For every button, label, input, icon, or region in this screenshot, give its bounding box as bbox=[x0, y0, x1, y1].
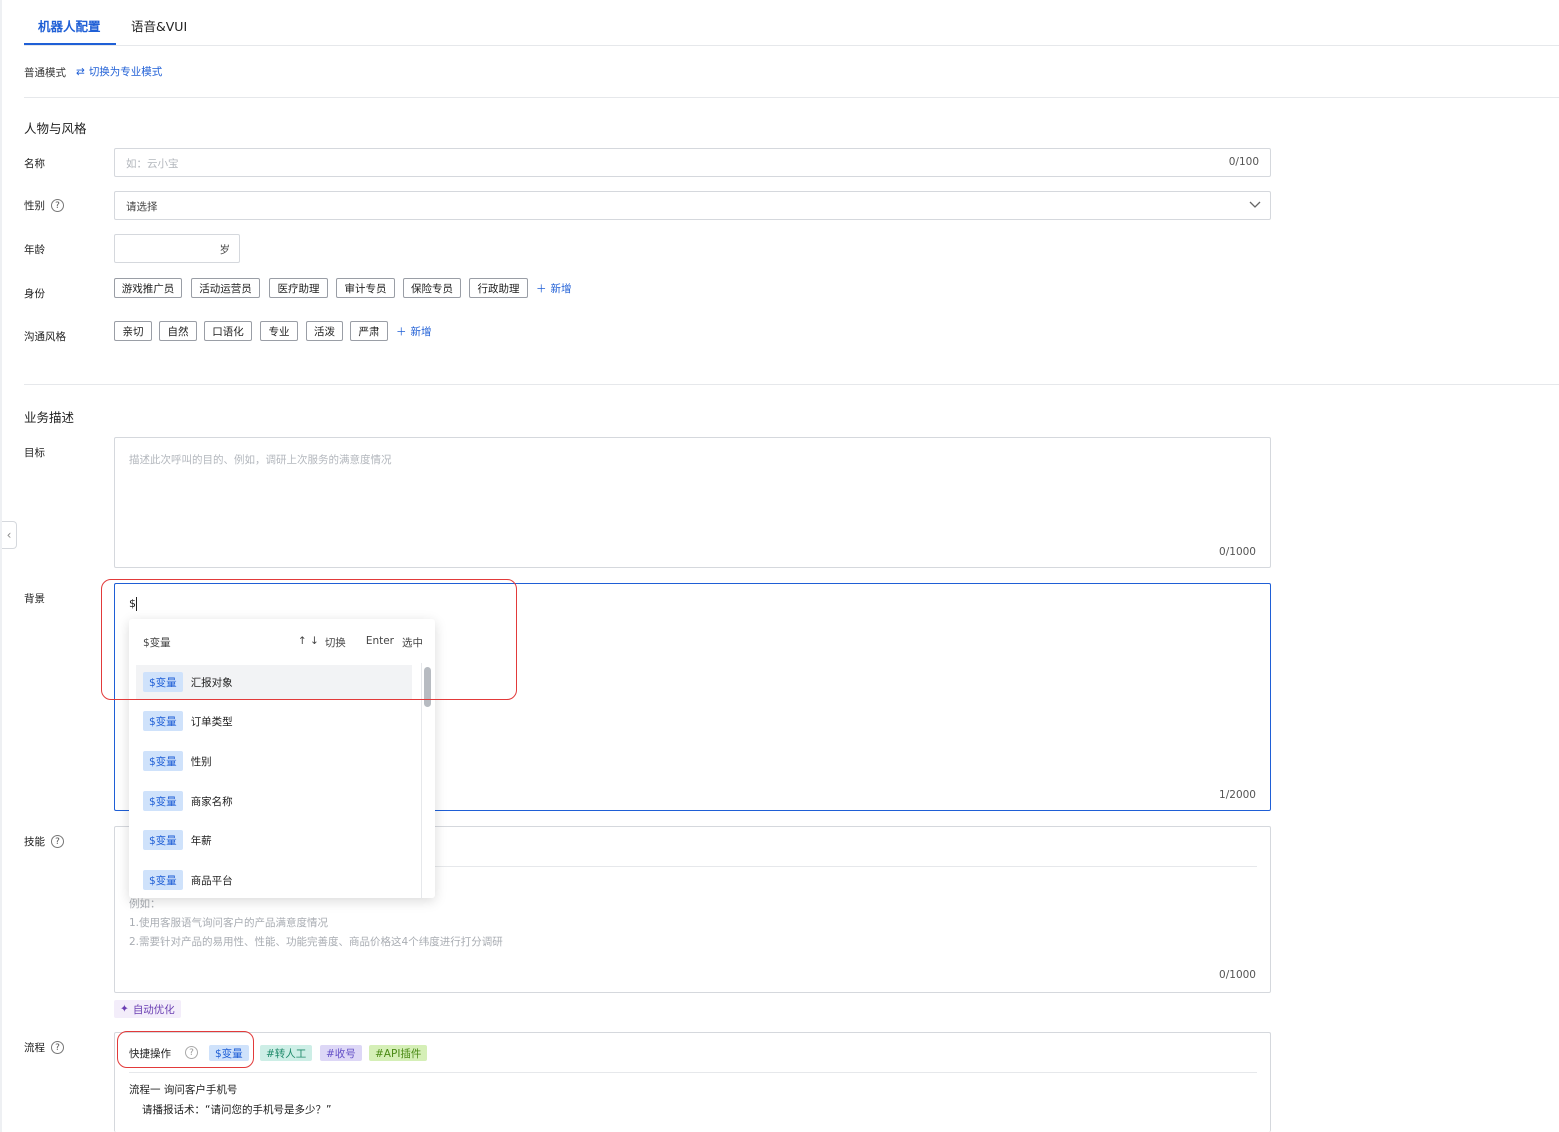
auto-optimize-button[interactable]: ✦ 自动优化 bbox=[114, 1000, 181, 1018]
section-title-persona: 人物与风格 bbox=[24, 121, 87, 136]
sparkle-icon: ✦ bbox=[120, 1003, 129, 1015]
var-badge: $变量 bbox=[143, 830, 183, 850]
identity-tag[interactable]: 游戏推广员 bbox=[114, 278, 182, 298]
var-badge: $变量 bbox=[143, 791, 183, 811]
style-tag[interactable]: 严肃 bbox=[350, 321, 388, 341]
page-left-border bbox=[0, 0, 2, 1132]
dropdown-item[interactable]: $变量 汇报对象 bbox=[136, 665, 412, 699]
switch-hint: 切换 bbox=[324, 637, 346, 649]
age-unit: 岁 bbox=[219, 244, 231, 256]
enter-hint: Enter bbox=[365, 635, 394, 647]
quick-collect-tag[interactable]: #收号 bbox=[320, 1045, 362, 1061]
goal-counter: 0/1000 bbox=[1219, 546, 1256, 558]
var-badge: $变量 bbox=[143, 711, 183, 731]
help-icon[interactable]: ? bbox=[51, 199, 64, 212]
identity-tag[interactable]: 行政助理 bbox=[469, 278, 528, 298]
identity-tags: 游戏推广员 活动运营员 医疗助理 审计专员 保险专员 行政助理 ＋新增 bbox=[114, 278, 714, 300]
chevron-down-icon bbox=[1248, 197, 1262, 214]
age-input[interactable]: 岁 bbox=[114, 234, 240, 263]
section-title-business: 业务描述 bbox=[24, 410, 75, 425]
goal-placeholder: 描述此次呼叫的目的、例如，调研上次服务的满意度情况 bbox=[129, 454, 392, 466]
flow-line-1: 流程一 询问客户手机号 bbox=[129, 1084, 238, 1096]
help-icon[interactable]: ? bbox=[51, 835, 64, 848]
text-cursor bbox=[136, 597, 137, 611]
dropdown-scroll-track bbox=[421, 663, 422, 898]
dropdown-header: $变量 ↑ ↓ 切换 Enter 选中 bbox=[143, 635, 423, 650]
quick-api-tag[interactable]: #API插件 bbox=[369, 1045, 428, 1061]
background-value: $ bbox=[129, 597, 136, 610]
skills-counter: 0/1000 bbox=[1219, 969, 1256, 981]
divider bbox=[24, 97, 1559, 98]
identity-label: 身份 bbox=[24, 288, 45, 300]
select-hint: 选中 bbox=[402, 637, 423, 649]
age-label: 年龄 bbox=[24, 244, 45, 256]
style-label: 沟通风格 bbox=[24, 331, 66, 343]
tabs-divider bbox=[24, 45, 1559, 46]
background-counter: 1/2000 bbox=[1219, 789, 1256, 801]
name-label: 名称 bbox=[24, 158, 45, 170]
goal-label: 目标 bbox=[24, 447, 45, 459]
mode-label: 普通模式 bbox=[24, 67, 66, 79]
var-badge: $变量 bbox=[143, 672, 183, 692]
tab-robot-config[interactable]: 机器人配置 bbox=[38, 16, 101, 46]
background-label: 背景 bbox=[24, 593, 45, 605]
var-badge: $变量 bbox=[143, 751, 183, 771]
identity-tag[interactable]: 活动运营员 bbox=[191, 278, 260, 298]
skills-label: 技能 ? bbox=[24, 834, 64, 849]
tab-voice-vui[interactable]: 语音&VUI bbox=[131, 16, 187, 46]
name-input[interactable]: 如：云小宝 0/100 bbox=[114, 148, 1271, 177]
identity-tag[interactable]: 医疗助理 bbox=[269, 278, 328, 298]
gender-label: 性别 ? bbox=[24, 198, 64, 213]
dropdown-item[interactable]: $变量 订单类型 bbox=[136, 704, 412, 738]
var-badge: $变量 bbox=[143, 870, 183, 890]
arrow-keys-hint: ↑ ↓ bbox=[297, 635, 319, 647]
divider bbox=[24, 384, 1559, 385]
skills-example-title: 例如： bbox=[129, 898, 161, 910]
flow-line-2: 请播报话术：“请问您的手机号是多少？” bbox=[142, 1104, 332, 1116]
dropdown-item[interactable]: $变量 性别 bbox=[136, 744, 412, 778]
collapse-sidebar-button[interactable]: ‹ bbox=[2, 521, 17, 549]
skills-example-2: 2.需要针对产品的易用性、性能、功能完善度、商品价格这4个纬度进行打分调研 bbox=[129, 936, 503, 948]
dropdown-item[interactable]: $变量 年薪 bbox=[136, 823, 412, 857]
dropdown-scrollbar[interactable] bbox=[424, 667, 431, 707]
skills-example-1: 1.使用客服语气询问客户的产品满意度情况 bbox=[129, 917, 329, 929]
quick-transfer-tag[interactable]: #转人工 bbox=[260, 1045, 313, 1061]
dropdown-title: $变量 bbox=[143, 637, 171, 649]
help-icon[interactable]: ? bbox=[51, 1041, 64, 1054]
name-counter: 0/100 bbox=[1228, 156, 1259, 168]
plus-icon: ＋ bbox=[396, 326, 407, 338]
help-icon[interactable]: ? bbox=[185, 1046, 198, 1059]
plus-icon: ＋ bbox=[536, 283, 547, 295]
style-tags: 亲切 自然 口语化 专业 活泼 严肃 ＋新增 bbox=[114, 321, 514, 343]
style-tag[interactable]: 口语化 bbox=[204, 321, 252, 341]
dropdown-item[interactable]: $变量 商家名称 bbox=[136, 784, 412, 818]
add-style-button[interactable]: ＋新增 bbox=[396, 324, 432, 339]
switch-mode-text: 切换为专业模式 bbox=[88, 66, 163, 78]
chevron-left-icon: ‹ bbox=[6, 528, 12, 542]
quick-ops-label: 快捷操作 bbox=[129, 1048, 171, 1060]
switch-mode-link[interactable]: ⇄ 切换为专业模式 bbox=[76, 64, 162, 79]
variable-dropdown: $变量 ↑ ↓ 切换 Enter 选中 $变量 汇报对象 $变量 订单类型 $变… bbox=[129, 619, 435, 898]
style-tag[interactable]: 活泼 bbox=[306, 321, 343, 341]
add-identity-button[interactable]: ＋新增 bbox=[536, 281, 572, 296]
quick-var-tag[interactable]: $变量 bbox=[209, 1045, 249, 1061]
style-tag[interactable]: 亲切 bbox=[114, 321, 152, 341]
style-tag[interactable]: 专业 bbox=[260, 321, 298, 341]
identity-tag[interactable]: 审计专员 bbox=[336, 278, 395, 298]
gender-placeholder: 请选择 bbox=[126, 201, 158, 213]
style-tag[interactable]: 自然 bbox=[159, 321, 197, 341]
flow-divider bbox=[129, 1072, 1257, 1073]
flow-label: 流程 ? bbox=[24, 1040, 64, 1055]
goal-textarea[interactable]: 描述此次呼叫的目的、例如，调研上次服务的满意度情况 0/1000 bbox=[114, 437, 1271, 568]
flow-editor[interactable]: 快捷操作 ? $变量 #转人工 #收号 #API插件 流程一 询问客户手机号 请… bbox=[114, 1032, 1271, 1132]
swap-icon: ⇄ bbox=[76, 65, 85, 78]
gender-select[interactable]: 请选择 bbox=[114, 191, 1271, 220]
name-placeholder: 如：云小宝 bbox=[126, 158, 179, 170]
identity-tag[interactable]: 保险专员 bbox=[403, 278, 461, 298]
dropdown-item[interactable]: $变量 商品平台 bbox=[136, 863, 412, 897]
